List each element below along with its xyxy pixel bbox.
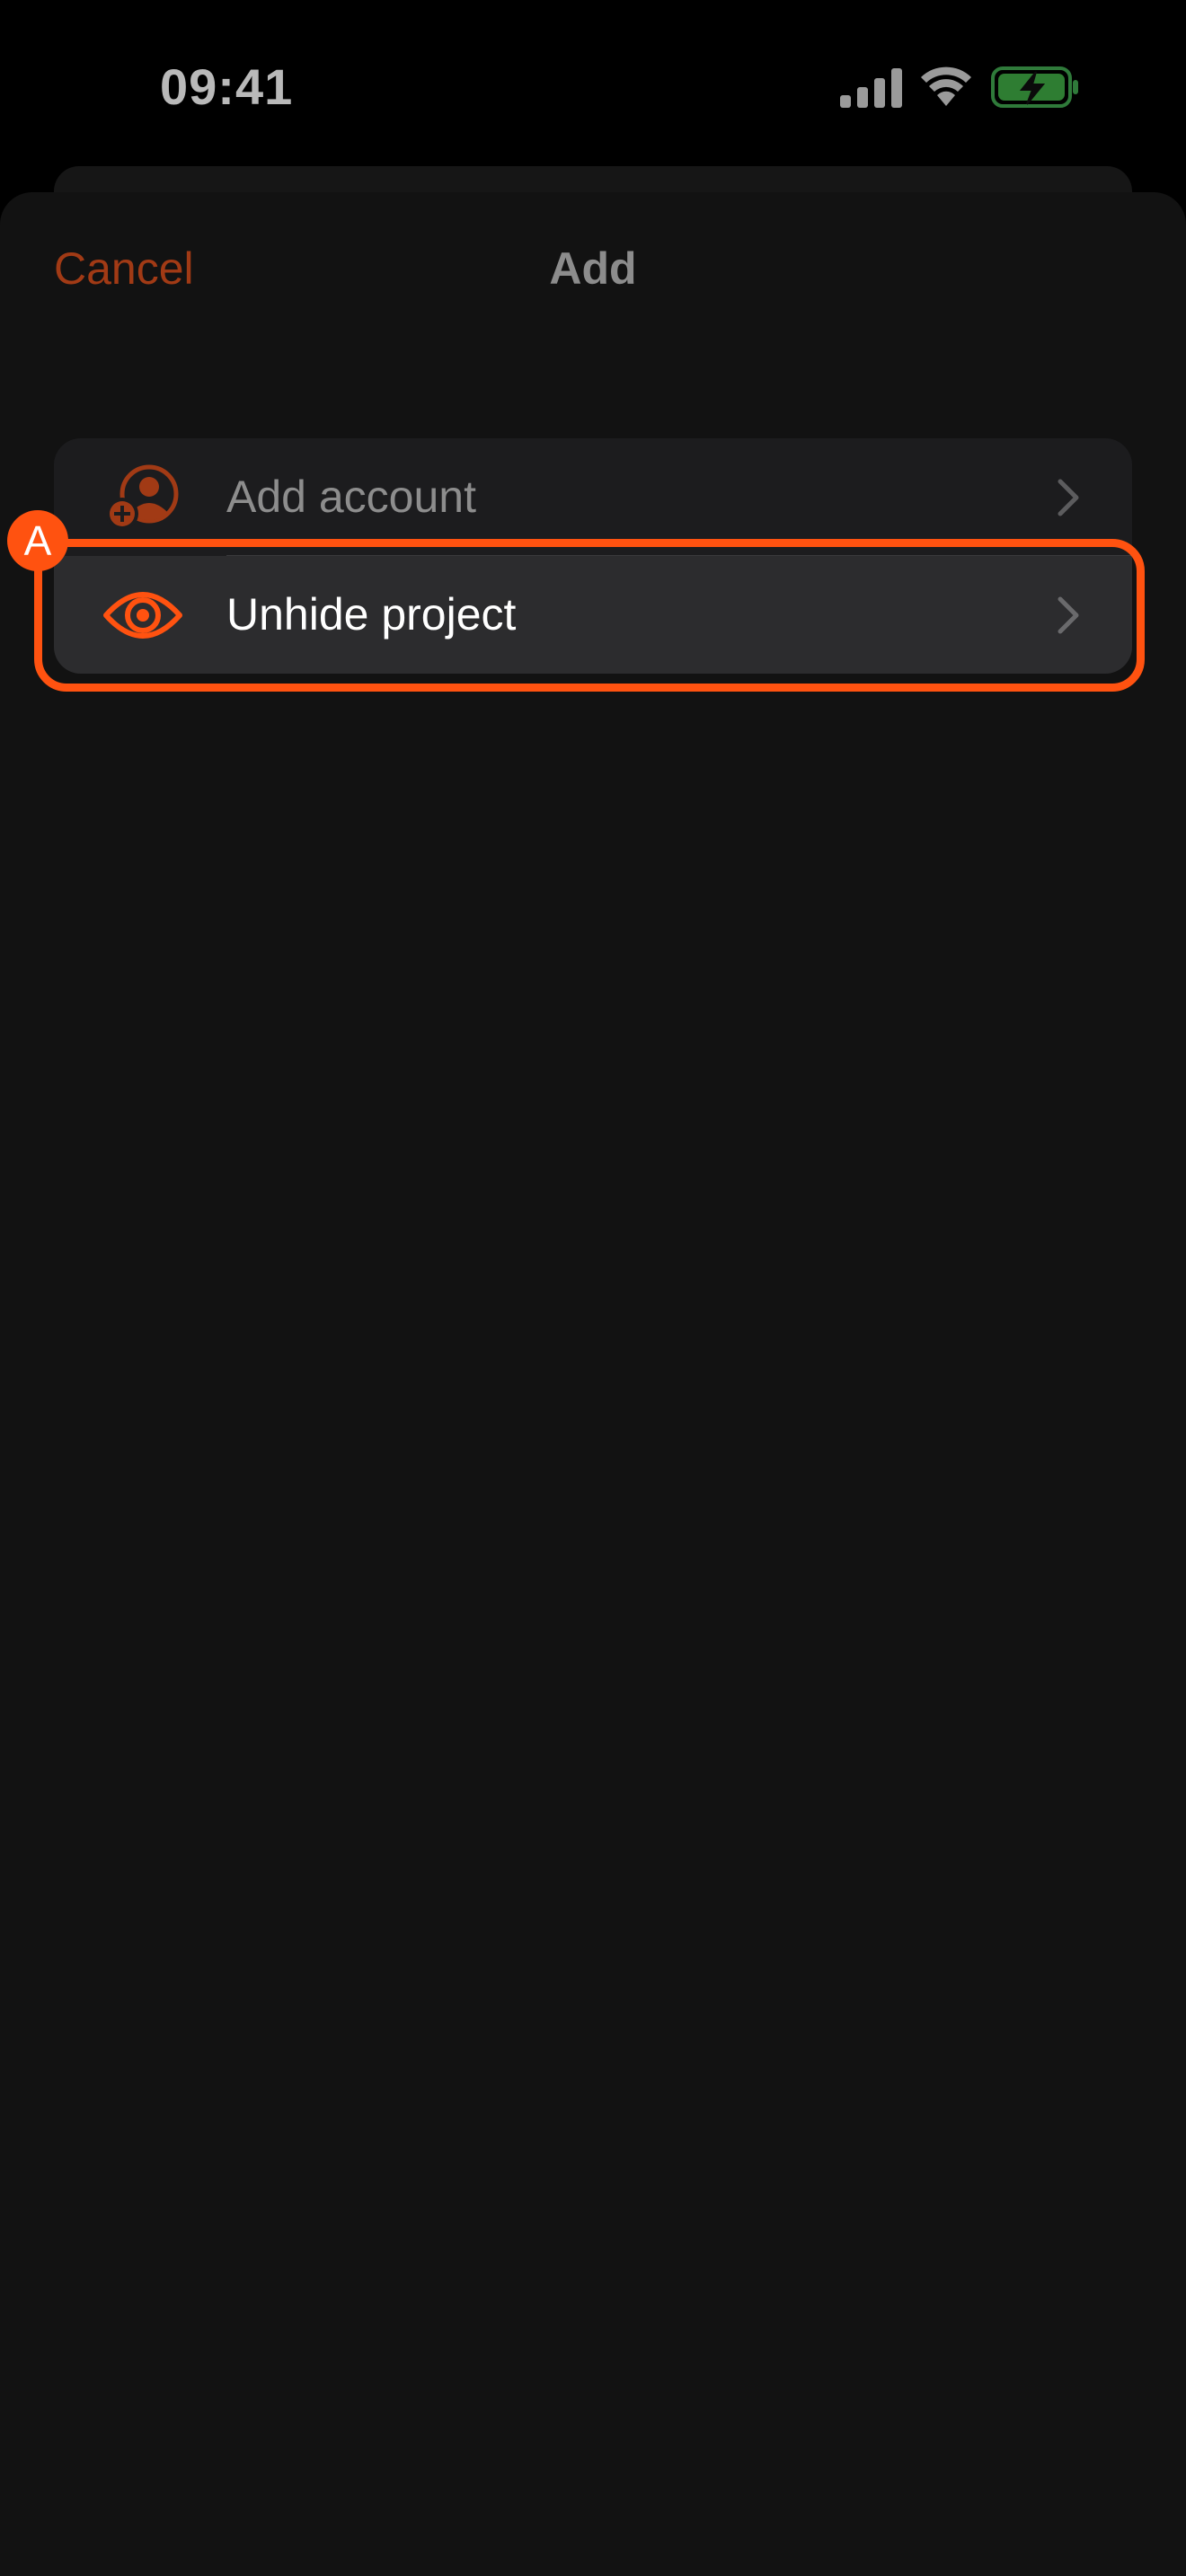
sheet-title: Add	[549, 243, 637, 294]
chevron-right-icon	[1058, 479, 1079, 516]
highlight-annotation-box	[34, 539, 1145, 692]
wifi-icon	[921, 66, 971, 106]
screen: 09:41 Cancel Add Add account Unhide proj…	[0, 0, 1186, 2576]
status-bar: 09:41	[0, 0, 1186, 171]
status-time: 09:41	[160, 58, 294, 115]
battery-charging-icon	[991, 66, 1078, 108]
annotation-badge: A	[7, 510, 68, 571]
add-account-icon	[106, 464, 179, 530]
list-item-label: Add account	[226, 472, 476, 522]
cellular-signal-icon	[840, 68, 902, 108]
